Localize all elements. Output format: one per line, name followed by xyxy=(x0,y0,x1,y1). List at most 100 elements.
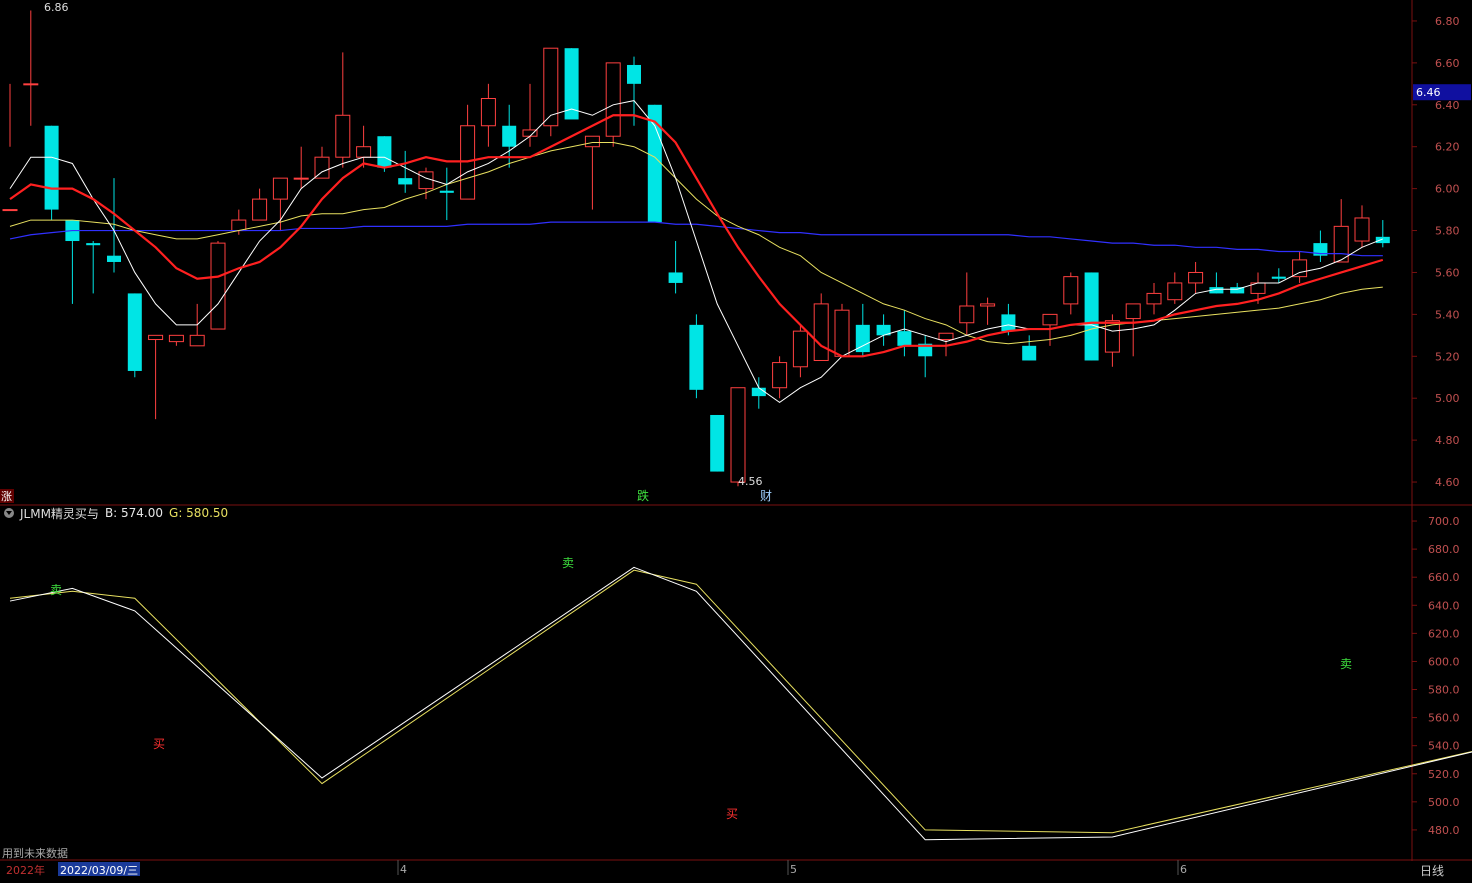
indicator-tick-label: 660.0 xyxy=(1428,571,1460,584)
indicator-tick-label: 480.0 xyxy=(1428,824,1460,837)
price-tick-label: 5.20 xyxy=(1435,350,1460,363)
candle-body-down xyxy=(377,136,392,168)
candle-body-down xyxy=(897,331,912,346)
indicator-tick-label: 600.0 xyxy=(1428,655,1460,668)
price-tick-label: 5.00 xyxy=(1435,392,1460,405)
candle-body-up xyxy=(252,198,268,221)
candle-body-down xyxy=(689,324,704,390)
candle-body-down xyxy=(398,178,413,185)
candle-body-up xyxy=(813,303,829,361)
candle-body-up xyxy=(148,334,164,341)
price-tick-label: 6.60 xyxy=(1435,57,1460,70)
candle-body-up xyxy=(1146,292,1162,305)
candle-body-up xyxy=(834,309,850,357)
candle-body-up xyxy=(314,156,330,179)
indicator-tick-label: 500.0 xyxy=(1428,796,1460,809)
sell-signal: 卖 xyxy=(1340,657,1352,671)
candle-body-up xyxy=(210,242,226,330)
price-tick-label: 5.80 xyxy=(1435,225,1460,238)
candle-body-up xyxy=(730,387,746,483)
candle-body-up xyxy=(480,98,496,127)
zhang-marker: 涨 xyxy=(1,490,12,503)
candle-body-up xyxy=(1125,303,1141,320)
candle-body-down xyxy=(1271,276,1286,279)
candle-body-up xyxy=(272,177,288,200)
candle-body-up xyxy=(189,334,205,347)
candle-body-down xyxy=(1084,272,1099,361)
price-tick-label: 6.20 xyxy=(1435,141,1460,154)
candle-body-down xyxy=(44,125,59,210)
indicator-header: JLMM精灵买与 B: 574.00 G: 580.50 xyxy=(4,504,228,522)
candle-body-up xyxy=(418,171,434,190)
candle-body-up xyxy=(1042,313,1058,326)
candle-body-up xyxy=(356,146,372,158)
indicator-g-value: G: 580.50 xyxy=(169,506,229,520)
die-marker: 跌 xyxy=(637,488,649,503)
candle-body-down xyxy=(86,243,101,246)
candle-body-up xyxy=(772,362,788,389)
kline-chart[interactable]: 6.80 6.60 6.40 6.20 6.00 5.80 5.60 5.40 5.20 5.00… xyxy=(0,0,1472,883)
indicator-b-value: B: 574.00 xyxy=(104,506,164,520)
candle-body-down xyxy=(502,125,517,147)
period-button[interactable]: 日线 xyxy=(1420,862,1444,879)
candle-body-down xyxy=(107,255,121,262)
candle-body-up xyxy=(293,177,309,180)
sell-signal: 卖 xyxy=(562,556,574,570)
future-data-note: 用到未来数据 xyxy=(2,847,68,860)
candle-body-up xyxy=(1063,276,1079,305)
price-tick-label: 6.00 xyxy=(1435,183,1460,196)
month-label: 4 xyxy=(400,863,407,876)
candle-body-up xyxy=(2,209,18,212)
indicator-g-line xyxy=(9,569,1472,834)
indicator-tick-label: 520.0 xyxy=(1428,768,1460,781)
indicator-tick-label: 620.0 xyxy=(1428,627,1460,640)
candle-body-up xyxy=(938,332,954,341)
candle-body-down xyxy=(751,387,766,397)
candle-body-down xyxy=(1022,345,1037,361)
indicator-tick-label: 640.0 xyxy=(1428,599,1460,612)
candle-body-up xyxy=(1292,259,1308,278)
candle-body-up xyxy=(1354,217,1370,242)
price-tick-label: 5.40 xyxy=(1435,308,1460,321)
price-tick-label: 4.60 xyxy=(1435,476,1460,489)
candle-body-up xyxy=(792,330,808,368)
candle-body-up xyxy=(168,334,184,343)
candle-body-up xyxy=(1188,271,1204,284)
candle-body-down xyxy=(1001,314,1016,332)
sell-signal: 卖 xyxy=(50,583,62,597)
candle-body-up xyxy=(335,114,351,158)
min-price-label: 4.56 xyxy=(738,475,763,488)
max-price-label: 6.86 xyxy=(44,1,69,14)
buy-signal: 买 xyxy=(153,737,165,751)
month-label: 6 xyxy=(1180,863,1187,876)
indicator-tick-label: 560.0 xyxy=(1428,712,1460,725)
current-price-label: 6.46 xyxy=(1416,86,1441,99)
indicator-tick-label: 700.0 xyxy=(1428,515,1460,528)
candle-body-down xyxy=(1375,236,1390,244)
candle-body-down xyxy=(627,64,641,84)
indicator-name: JLMM精灵买与 xyxy=(20,506,99,521)
price-tick-label: 6.80 xyxy=(1435,15,1460,28)
indicator-tick-label: 580.0 xyxy=(1428,684,1460,697)
candle-body-down xyxy=(668,272,683,283)
collapse-icon[interactable] xyxy=(4,508,14,518)
cai-marker: 财 xyxy=(760,489,772,503)
buy-signal: 买 xyxy=(726,807,738,821)
month-label: 5 xyxy=(790,863,797,876)
candle-body-up xyxy=(231,219,247,232)
candle-body-up xyxy=(980,303,996,307)
candle-body-down xyxy=(439,190,454,193)
candle-body-up xyxy=(605,62,621,137)
price-tick-label: 5.60 xyxy=(1435,266,1460,279)
price-tick-label: 4.80 xyxy=(1435,434,1460,447)
candle-body-down xyxy=(710,414,725,472)
candle-body-down xyxy=(127,293,142,371)
date-cursor-label: 2022/03/09/三 xyxy=(58,862,141,877)
indicator-tick-label: 540.0 xyxy=(1428,740,1460,753)
indicator-b-line xyxy=(9,566,1472,841)
candle-body-up xyxy=(23,83,39,86)
year-label: 2022年 xyxy=(6,864,45,877)
candle-body-up xyxy=(1167,282,1183,301)
candle-body-up xyxy=(959,305,975,324)
candle-body-up xyxy=(584,135,600,148)
